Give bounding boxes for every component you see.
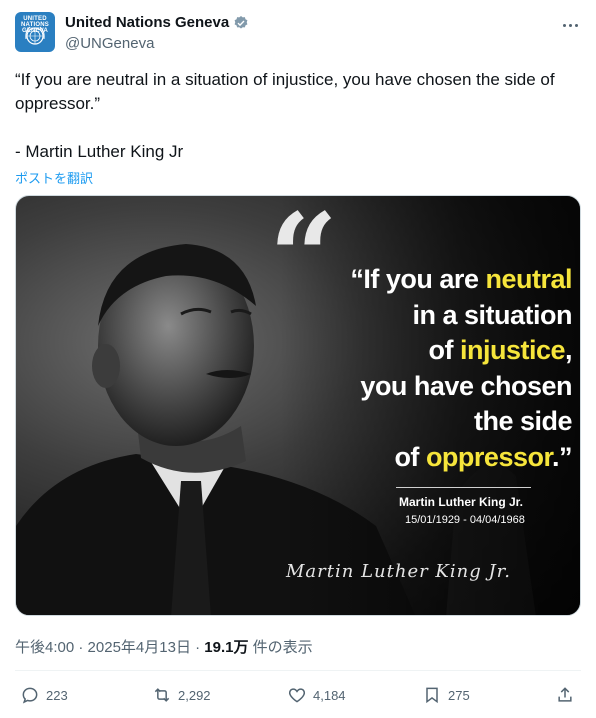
tweet-date[interactable]: 2025年4月13日 bbox=[88, 639, 191, 656]
quote-line-5: the side bbox=[473, 406, 573, 436]
tweet-text: “If you are neutral in a situation of in… bbox=[15, 70, 555, 161]
more-options-button[interactable] bbox=[559, 14, 581, 36]
bookmark-icon bbox=[426, 687, 438, 704]
repost-button[interactable]: 2,292 bbox=[152, 684, 211, 706]
share-icon bbox=[558, 687, 572, 702]
attribution-dates: 15/01/1929 - 04/04/1968 bbox=[405, 514, 525, 526]
action-bar: 223 2,292 4,184 275 bbox=[15, 684, 581, 708]
quote-line-1: “If you are neutral bbox=[350, 264, 572, 294]
reply-button[interactable]: 223 bbox=[20, 684, 68, 706]
verified-badge-icon bbox=[234, 15, 248, 29]
attribution-divider bbox=[396, 487, 531, 488]
display-name[interactable]: United Nations Geneva bbox=[65, 14, 229, 31]
tweet-header: UNITED NATIONS GENEVA United Nations Gen… bbox=[15, 10, 581, 56]
signature: Martin Luther King Jr. bbox=[286, 561, 512, 582]
meta-separator-2: · bbox=[195, 639, 201, 656]
quote-line-4: you have chosen bbox=[360, 370, 572, 401]
attribution-name: Martin Luther King Jr. bbox=[399, 495, 524, 509]
handle[interactable]: @UNGeneva bbox=[65, 35, 154, 52]
bookmark-button[interactable]: 275 bbox=[422, 684, 470, 706]
image-quote-text: “If you are neutral in a situation of in… bbox=[342, 262, 572, 475]
divider bbox=[15, 670, 581, 671]
translate-post-link[interactable]: ポストを翻訳 bbox=[15, 168, 93, 187]
quote-line-6: of oppressor.” bbox=[394, 441, 572, 472]
repost-count: 2,292 bbox=[178, 687, 211, 703]
share-button[interactable] bbox=[555, 684, 575, 706]
un-emblem-icon bbox=[25, 26, 45, 45]
tweet-time[interactable]: 午後4:00 bbox=[15, 639, 74, 656]
image-quote-mark: “ bbox=[269, 195, 339, 328]
like-button[interactable]: 4,184 bbox=[287, 684, 346, 706]
reply-icon bbox=[22, 687, 38, 704]
heart-icon bbox=[288, 688, 306, 703]
reply-count: 223 bbox=[46, 687, 68, 703]
views-count: 19.1万 bbox=[204, 639, 249, 656]
tweet-meta: 午後4:00 · 2025年4月13日 · 19.1万 件の表示 bbox=[15, 636, 313, 657]
bookmark-count: 275 bbox=[448, 687, 470, 703]
tweet-image[interactable]: “ “If you are neutral in a situation of … bbox=[15, 195, 581, 616]
quote-line-3: of injustice, bbox=[428, 335, 572, 365]
avatar[interactable]: UNITED NATIONS GENEVA bbox=[15, 12, 55, 52]
quote-line-2: in a situation bbox=[412, 299, 572, 330]
views-label: 件の表示 bbox=[252, 639, 313, 656]
repost-icon bbox=[154, 688, 170, 702]
meta-separator: · bbox=[78, 639, 84, 656]
like-count: 4,184 bbox=[313, 687, 346, 703]
